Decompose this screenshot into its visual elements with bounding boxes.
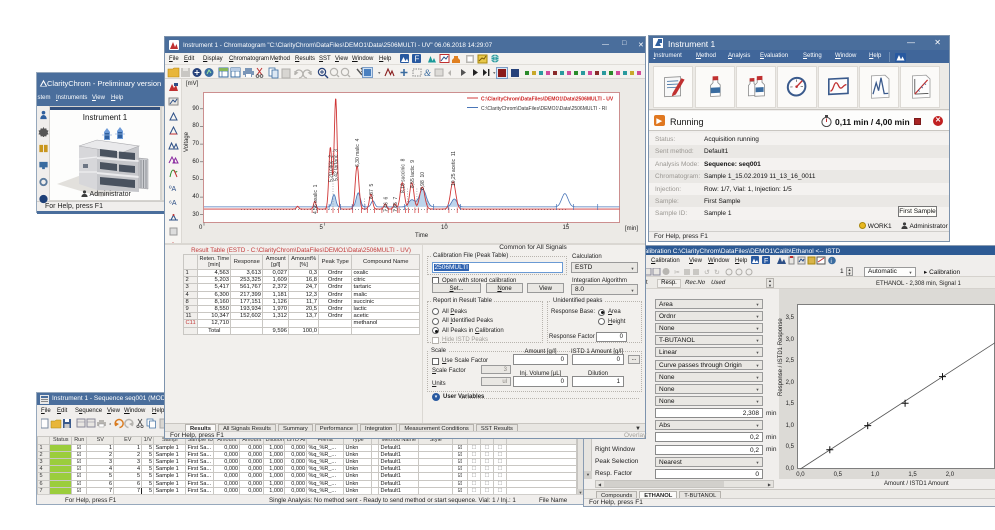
svg-text:ºA: ºA (169, 186, 177, 193)
svg-text:8,55 lactic 9: 8,55 lactic 9 (410, 160, 416, 188)
svg-text:F: F (415, 55, 420, 64)
svg-text:F: F (764, 258, 768, 265)
svg-text:C:\ClarityChrom\DataFiles\DEMO: C:\ClarityChrom\DataFiles\DEMO1\Data\250… (481, 106, 607, 112)
svg-text:C:\ClarityChrom\DataFiles\DEMO: C:\ClarityChrom\DataFiles\DEMO1\Data\250… (481, 97, 614, 103)
svg-text:i: i (831, 259, 832, 265)
svg-text:⁶A: ⁶A (169, 200, 177, 207)
svg-text:6,87 5: 6,87 5 (369, 183, 375, 199)
svg-text:7,85 7: 7,85 7 (393, 196, 399, 212)
svg-text:6,30 malic 4: 6,30 malic 4 (355, 138, 361, 167)
svg-text:10,25 acetic 11: 10,25 acetic 11 (451, 151, 457, 186)
svg-text:✂: ✂ (674, 270, 680, 277)
svg-text:8,98 10: 8,98 10 (420, 172, 426, 190)
svg-text:7,46 6: 7,46 6 (383, 196, 389, 212)
svg-text:↺: ↺ (704, 270, 710, 277)
svg-text:↻: ↻ (714, 270, 720, 277)
svg-text:&: & (424, 68, 431, 78)
svg-text:5,42 tartaric 3: 5,42 tartaric 3 (334, 149, 340, 181)
svg-text:4,56 oxalic 1: 4,56 oxalic 1 (313, 184, 319, 214)
svg-text:8,16 succinic 8: 8,16 succinic 8 (400, 158, 406, 193)
